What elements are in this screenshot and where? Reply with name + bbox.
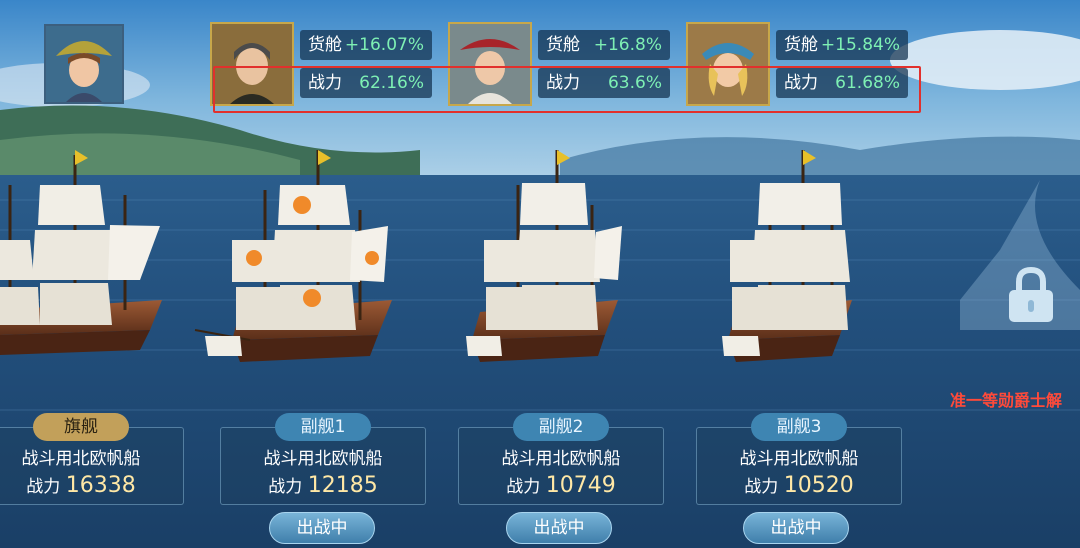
ship-power-value: 16338 bbox=[65, 473, 136, 498]
flagship-badge: 旗舰 bbox=[33, 413, 129, 441]
padlock-icon[interactable] bbox=[1006, 266, 1056, 324]
officer-2-cargo-stat: 货舱 +16.8% bbox=[538, 30, 670, 60]
captain-portrait-icon bbox=[46, 26, 122, 102]
cargo-label: 货舱 bbox=[546, 35, 580, 55]
officer-3-cargo-stat: 货舱 +15.84% bbox=[776, 30, 908, 60]
cargo-value: +16.8% bbox=[593, 35, 662, 55]
ship-power-label: 战力 bbox=[506, 477, 541, 497]
officer-1-cargo-stat: 货舱 +16.07% bbox=[300, 30, 432, 60]
deploy-button-2[interactable]: 出战中 bbox=[506, 512, 612, 544]
ship-name: 战斗用北欧帆船 bbox=[21, 449, 141, 469]
escort-card-2[interactable]: 副舰2 战斗用北欧帆船 战力 10749 bbox=[458, 413, 664, 505]
ship-power: 战力 10520 bbox=[697, 472, 901, 498]
deploy-button-3[interactable]: 出战中 bbox=[743, 512, 849, 544]
cargo-value: +16.07% bbox=[344, 35, 424, 55]
cargo-label: 货舱 bbox=[308, 35, 342, 55]
ship-power-label: 战力 bbox=[26, 477, 61, 497]
ship-power-value: 10749 bbox=[545, 473, 616, 498]
captain-portrait[interactable] bbox=[44, 24, 124, 104]
ship-name: 战斗用北欧帆船 bbox=[739, 449, 859, 469]
unlock-requirement-text: 准一等勋爵士解 bbox=[950, 391, 1063, 410]
cargo-label: 货舱 bbox=[784, 35, 818, 55]
ship-power-label: 战力 bbox=[268, 477, 303, 497]
escort-badge: 副舰2 bbox=[513, 413, 609, 441]
escort-card-1[interactable]: 副舰1 战斗用北欧帆船 战力 12185 bbox=[220, 413, 426, 505]
ship-power: 战力 10749 bbox=[459, 472, 663, 498]
escort-card-3[interactable]: 副舰3 战斗用北欧帆船 战力 10520 bbox=[696, 413, 902, 505]
ship-power: 战力 16338 bbox=[0, 472, 183, 498]
flagship-card[interactable]: 旗舰 战斗用北欧帆船 战力 16338 bbox=[0, 413, 184, 505]
deploy-button-1[interactable]: 出战中 bbox=[269, 512, 375, 544]
ship-power-value: 12185 bbox=[307, 473, 378, 498]
power-highlight-box bbox=[213, 66, 921, 113]
cargo-value: +15.84% bbox=[820, 35, 900, 55]
ship-power-label: 战力 bbox=[744, 477, 779, 497]
ship-power: 战力 12185 bbox=[221, 472, 425, 498]
ship-power-value: 10520 bbox=[783, 473, 854, 498]
ship-name: 战斗用北欧帆船 bbox=[501, 449, 621, 469]
escort-badge: 副舰3 bbox=[751, 413, 847, 441]
ship-name: 战斗用北欧帆船 bbox=[263, 449, 383, 469]
escort-badge: 副舰1 bbox=[275, 413, 371, 441]
